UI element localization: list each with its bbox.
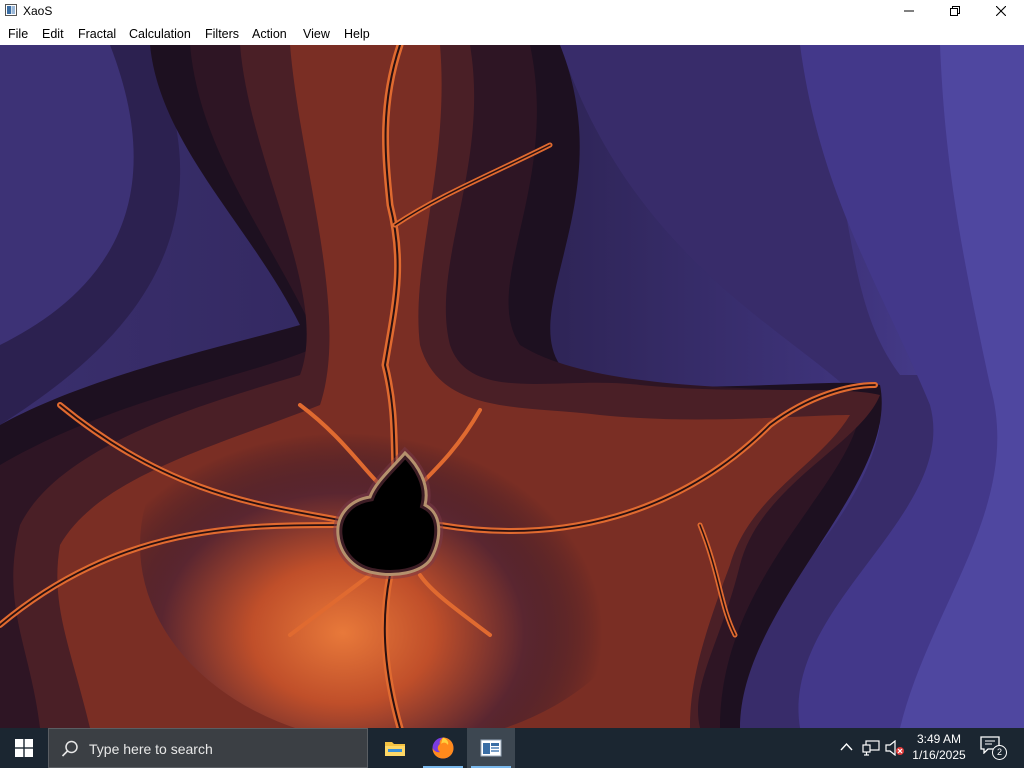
- menu-file[interactable]: File: [8, 27, 28, 41]
- search-box[interactable]: Type here to search: [48, 728, 368, 768]
- window-title: XaoS: [23, 4, 53, 18]
- restore-icon: [950, 6, 960, 16]
- search-icon: [61, 740, 78, 757]
- minimize-button[interactable]: [886, 0, 932, 22]
- xaos-taskbar-icon: [480, 739, 502, 757]
- taskbar-firefox[interactable]: [419, 728, 467, 768]
- menu-action[interactable]: Action: [252, 27, 287, 41]
- search-placeholder: Type here to search: [89, 741, 213, 757]
- notification-center-button[interactable]: 2: [980, 736, 1007, 760]
- menu-help[interactable]: Help: [344, 27, 370, 41]
- xaos-app-icon: [5, 4, 17, 16]
- restore-button[interactable]: [932, 0, 978, 22]
- file-explorer-icon: [385, 742, 405, 756]
- taskbar: Type here to search 3:49 AM 1/16/2025 2: [0, 728, 1024, 768]
- menu-bar: File Edit Fractal Calculation Filters Ac…: [0, 22, 1024, 45]
- windows-logo-icon: [15, 739, 33, 757]
- fractal-canvas[interactable]: [0, 45, 1024, 728]
- close-button[interactable]: [978, 0, 1024, 22]
- close-icon: [996, 6, 1006, 16]
- chevron-up-icon[interactable]: [840, 742, 853, 752]
- menu-view[interactable]: View: [303, 27, 330, 41]
- menu-filters[interactable]: Filters: [205, 27, 239, 41]
- taskbar-file-explorer[interactable]: [371, 728, 419, 768]
- menu-calculation[interactable]: Calculation: [129, 27, 191, 41]
- fractal-image: [0, 45, 1024, 728]
- network-icon[interactable]: [862, 740, 880, 756]
- menu-edit[interactable]: Edit: [42, 27, 64, 41]
- menu-fractal[interactable]: Fractal: [78, 27, 116, 41]
- notification-count-badge: 2: [992, 745, 1007, 760]
- firefox-icon: [432, 737, 454, 759]
- start-button[interactable]: [0, 728, 48, 768]
- taskbar-xaos[interactable]: [467, 728, 515, 768]
- title-bar: XaoS: [0, 0, 1024, 22]
- clock-time: 3:49 AM: [916, 732, 962, 746]
- system-clock[interactable]: 3:49 AM 1/16/2025: [906, 731, 972, 763]
- clock-date: 1/16/2025: [912, 748, 966, 762]
- minimize-icon: [904, 10, 914, 12]
- volume-muted-icon[interactable]: [885, 740, 905, 756]
